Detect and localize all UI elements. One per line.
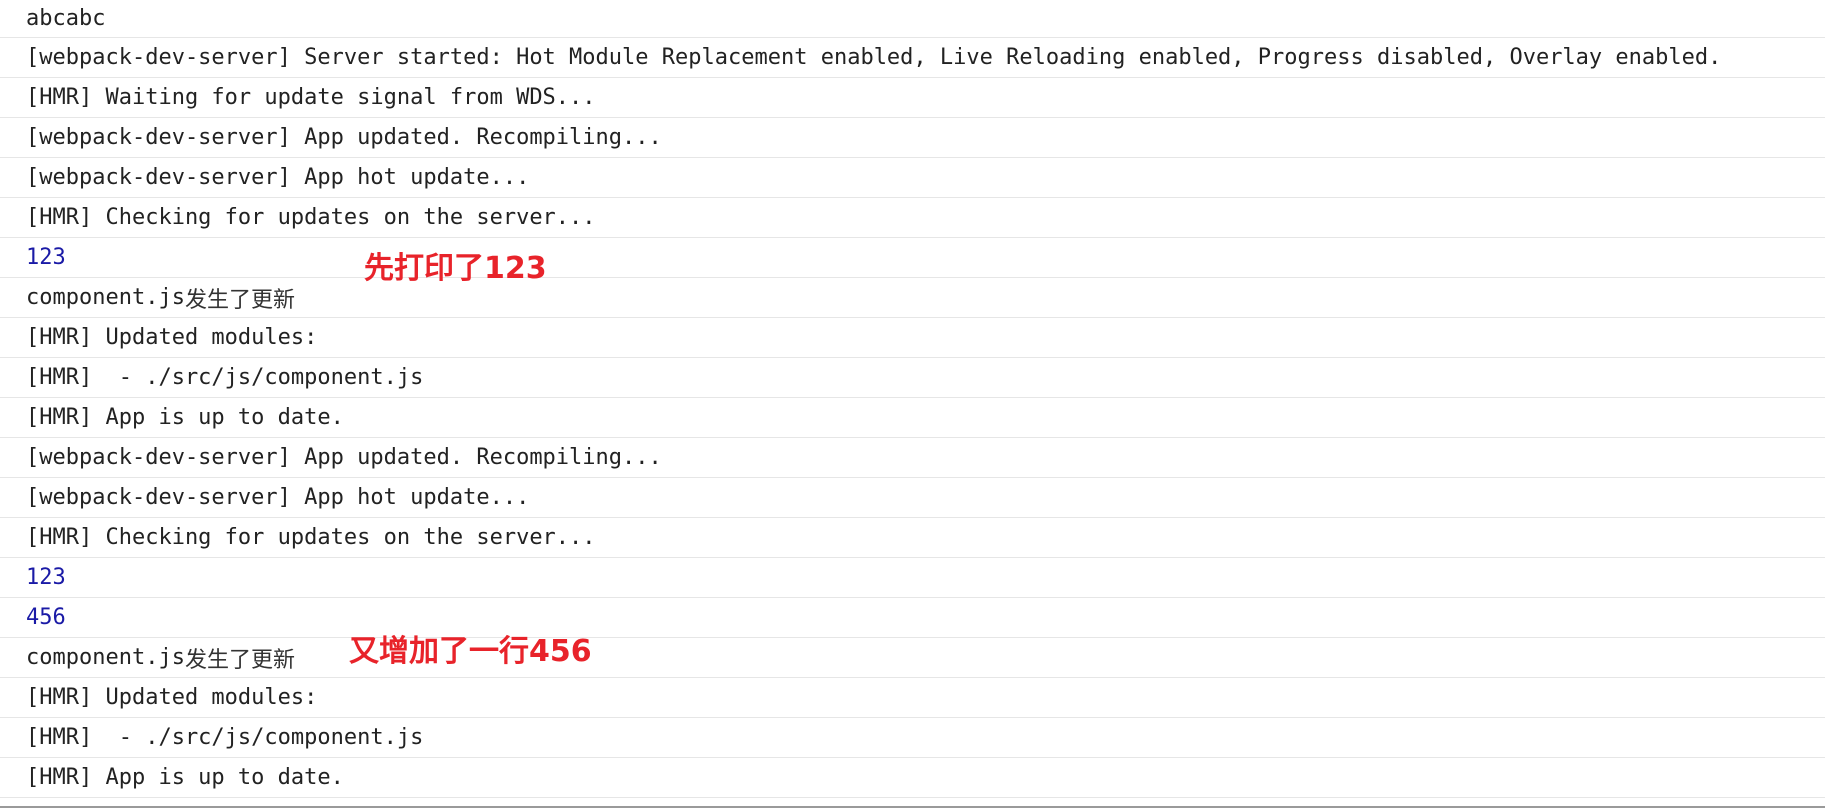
console-row: [HMR] App is up to date. [0, 758, 1825, 798]
console-row-number: 123 [0, 558, 1825, 598]
console-row-text: [HMR] Waiting for update signal from WDS… [26, 85, 596, 110]
console-row-text: [HMR] Checking for updates on the server… [26, 525, 596, 550]
console-row-cjk-text: 发生了更新 [184, 647, 295, 673]
console-row-text: [webpack-dev-server] App updated. Recomp… [26, 445, 662, 470]
console-row: [HMR] - ./src/js/component.js [0, 718, 1825, 758]
console-row-text: [webpack-dev-server] Server started: Hot… [26, 45, 1722, 70]
console-row-text: [webpack-dev-server] App updated. Recomp… [26, 125, 662, 150]
console-row-text: [webpack-dev-server] App hot update... [26, 485, 530, 510]
console-row: [HMR] App is up to date. [0, 398, 1825, 438]
annotation-second: 又增加了一行456 [349, 634, 592, 669]
console-row-text: [HMR] - ./src/js/component.js [26, 725, 424, 750]
console-row-text: [HMR] Updated modules: [26, 685, 318, 710]
console-row: [HMR] Waiting for update signal from WDS… [0, 78, 1825, 118]
console-row-number: 123 [0, 238, 1825, 278]
console-row: abcabc [0, 0, 1825, 38]
console-row-text: component.js [26, 285, 185, 310]
console-row-text: [webpack-dev-server] App hot update... [26, 165, 530, 190]
console-row-text: 123 [26, 565, 66, 590]
console-row-text: [HMR] Updated modules: [26, 325, 318, 350]
console-row: [HMR] - ./src/js/component.js [0, 358, 1825, 398]
console-row: [webpack-dev-server] Server started: Hot… [0, 38, 1825, 78]
console-row-text: [HMR] App is up to date. [26, 765, 344, 790]
console-row: component.js 发生了更新 [0, 638, 1825, 678]
console-row: [HMR] Checking for updates on the server… [0, 198, 1825, 238]
console-row-text: component.js [26, 645, 185, 670]
console-row-text: [HMR] - ./src/js/component.js [26, 365, 424, 390]
console-row: [HMR] Updated modules: [0, 678, 1825, 718]
console-row-number: 456 [0, 598, 1825, 638]
console-row: [webpack-dev-server] App hot update... [0, 158, 1825, 198]
console-row: [webpack-dev-server] App updated. Recomp… [0, 118, 1825, 158]
console-row: component.js 发生了更新 [0, 278, 1825, 318]
console-row-text: abcabc [26, 6, 106, 31]
console-row: [webpack-dev-server] App updated. Recomp… [0, 438, 1825, 478]
console-row-text: [HMR] Checking for updates on the server… [26, 205, 596, 230]
annotation-first: 先打印了123 [364, 251, 547, 286]
console-row-text: 456 [26, 605, 66, 630]
console-row: [HMR] Updated modules: [0, 318, 1825, 358]
console-row: [HMR] Checking for updates on the server… [0, 518, 1825, 558]
console-row: [webpack-dev-server] App hot update... [0, 478, 1825, 518]
console-row-text: 123 [26, 245, 66, 270]
console-row-text: [HMR] App is up to date. [26, 405, 344, 430]
console-row-cjk-text: 发生了更新 [184, 287, 295, 313]
console-log: abcabc [webpack-dev-server] Server start… [0, 0, 1825, 798]
